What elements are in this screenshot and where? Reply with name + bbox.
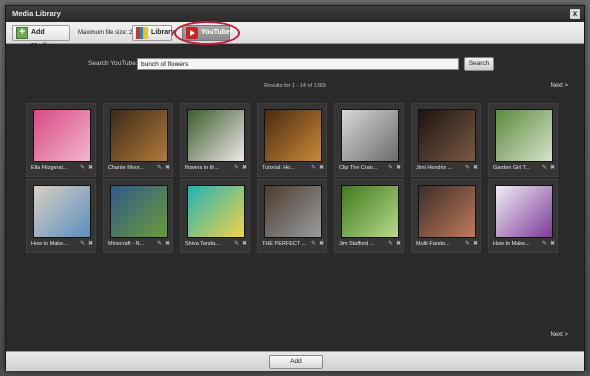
video-caption: Jimi Hendrix ...	[416, 165, 453, 171]
pencil-icon[interactable]: ✎	[80, 241, 86, 247]
results-count: Results for 1 - 14 of 1369	[264, 83, 326, 89]
library-icon	[136, 27, 148, 39]
video-tile[interactable]: Shiva Tanda... ✎ ✖	[180, 179, 250, 253]
pencil-icon[interactable]: ✎	[80, 165, 86, 171]
video-caption: flowers in th...	[185, 165, 219, 171]
pencil-icon[interactable]: ✎	[311, 241, 317, 247]
video-tile[interactable]: How to Make... ✎ ✖	[26, 179, 96, 253]
pencil-icon[interactable]: ✎	[157, 165, 163, 171]
pencil-icon[interactable]: ✎	[388, 165, 394, 171]
video-thumbnail[interactable]	[33, 109, 91, 162]
video-tile[interactable]: Minecraft - N... ✎ ✖	[103, 179, 173, 253]
delete-icon[interactable]: ✖	[473, 165, 479, 171]
video-caption: Garden Girl T...	[493, 165, 531, 171]
video-caption: THE PERFECT ...	[262, 241, 307, 247]
pencil-icon[interactable]: ✎	[542, 165, 548, 171]
video-tile[interactable]: Chante Moor... ✎ ✖	[103, 103, 173, 177]
pencil-icon[interactable]: ✎	[465, 241, 471, 247]
video-caption: Clip The Cran...	[339, 165, 378, 171]
toolbar: Add Media Maximum file size: 2 Mb Librar…	[6, 21, 584, 50]
close-icon: x	[572, 9, 578, 18]
delete-icon[interactable]: ✖	[88, 241, 94, 247]
add-media-icon	[16, 25, 28, 39]
delete-icon[interactable]: ✖	[242, 241, 248, 247]
delete-icon[interactable]: ✖	[242, 165, 248, 171]
video-tile[interactable]: Multi-Fando... ✎ ✖	[411, 179, 481, 253]
video-tile[interactable]: Garden Girl T... ✎ ✖	[488, 103, 558, 177]
close-button[interactable]: x	[570, 9, 580, 19]
video-caption: Minecraft - N...	[108, 241, 145, 247]
pencil-icon[interactable]: ✎	[311, 165, 317, 171]
video-thumbnail[interactable]	[341, 185, 399, 238]
video-thumbnail[interactable]	[110, 185, 168, 238]
video-caption: Chante Moor...	[108, 165, 145, 171]
delete-icon[interactable]: ✖	[319, 241, 325, 247]
delete-icon[interactable]: ✖	[165, 165, 171, 171]
youtube-search-panel: Search YouTube: Search Results for 1 - 1…	[6, 45, 584, 351]
video-thumbnail[interactable]	[187, 185, 245, 238]
video-tile[interactable]: Clip The Cran... ✎ ✖	[334, 103, 404, 177]
library-label: Library	[151, 29, 175, 36]
video-thumbnail[interactable]	[110, 109, 168, 162]
video-thumbnail[interactable]	[264, 109, 322, 162]
pencil-icon[interactable]: ✎	[234, 165, 240, 171]
video-thumbnail[interactable]	[418, 185, 476, 238]
video-thumbnail[interactable]	[264, 185, 322, 238]
video-caption: Multi-Fando...	[416, 241, 450, 247]
add-media-button[interactable]: Add Media	[12, 25, 70, 50]
pencil-icon[interactable]: ✎	[388, 241, 394, 247]
delete-icon[interactable]: ✖	[396, 241, 402, 247]
video-thumbnail[interactable]	[418, 109, 476, 162]
video-thumbnail[interactable]	[33, 185, 91, 238]
video-caption: How to Make...	[31, 241, 68, 247]
next-page-link-bottom[interactable]: Next >	[550, 332, 568, 338]
video-tile[interactable]: Ella Fitzgeral... ✎ ✖	[26, 103, 96, 177]
video-caption: Shiva Tanda...	[185, 241, 220, 247]
delete-icon[interactable]: ✖	[165, 241, 171, 247]
pencil-icon[interactable]: ✎	[465, 165, 471, 171]
delete-icon[interactable]: ✖	[473, 241, 479, 247]
video-tile[interactable]: Tutorial: Ho... ✎ ✖	[257, 103, 327, 177]
pencil-icon[interactable]: ✎	[542, 241, 548, 247]
video-thumbnail[interactable]	[187, 109, 245, 162]
video-thumbnail[interactable]	[341, 109, 399, 162]
media-library-dialog: Media Library x Add Media Maximum file s…	[5, 5, 585, 371]
video-caption: Tutorial: Ho...	[262, 165, 295, 171]
youtube-highlight-ring	[174, 21, 240, 45]
video-tile[interactable]: How to Make... ✎ ✖	[488, 179, 558, 253]
video-caption: Ella Fitzgeral...	[31, 165, 68, 171]
delete-icon[interactable]: ✖	[88, 165, 94, 171]
video-tile[interactable]: Jimi Hendrix ... ✎ ✖	[411, 103, 481, 177]
add-button[interactable]: Add	[269, 355, 323, 369]
pencil-icon[interactable]: ✎	[234, 241, 240, 247]
video-thumbnail[interactable]	[495, 185, 553, 238]
delete-icon[interactable]: ✖	[319, 165, 325, 171]
window-title: Media Library	[12, 9, 61, 18]
delete-icon[interactable]: ✖	[550, 165, 556, 171]
pencil-icon[interactable]: ✎	[157, 241, 163, 247]
search-input[interactable]	[137, 58, 459, 70]
video-caption: Jim Stafford ...	[339, 241, 375, 247]
titlebar: Media Library x	[6, 6, 584, 22]
video-thumbnail[interactable]	[495, 109, 553, 162]
delete-icon[interactable]: ✖	[396, 165, 402, 171]
delete-icon[interactable]: ✖	[550, 241, 556, 247]
video-tile[interactable]: flowers in th... ✎ ✖	[180, 103, 250, 177]
library-tab[interactable]: Library	[132, 25, 175, 41]
video-caption: How to Make...	[493, 241, 530, 247]
search-button[interactable]: Search	[464, 57, 494, 71]
video-tile[interactable]: THE PERFECT ... ✎ ✖	[257, 179, 327, 253]
video-tile[interactable]: Jim Stafford ... ✎ ✖	[334, 179, 404, 253]
next-page-link-top[interactable]: Next >	[550, 83, 568, 89]
footer: Add	[6, 351, 584, 371]
search-label: Search YouTube:	[88, 60, 138, 67]
